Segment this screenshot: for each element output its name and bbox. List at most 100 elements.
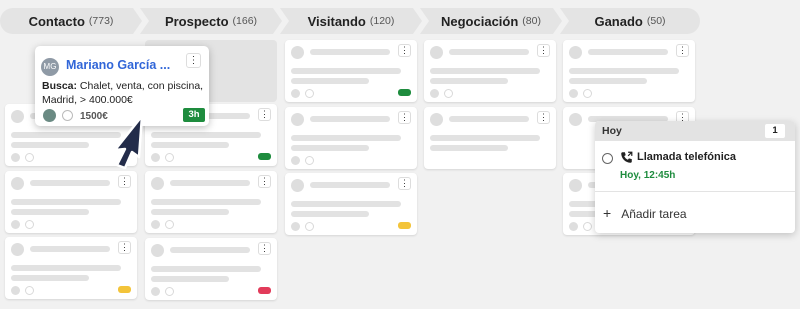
avatar <box>569 113 582 126</box>
status-tag <box>398 222 411 229</box>
deal-card[interactable]: ⋮ <box>285 40 417 102</box>
card-menu-button[interactable]: ⋮ <box>398 177 411 190</box>
phone-icon <box>621 151 633 163</box>
deal-card[interactable]: ⋮ <box>145 238 277 300</box>
user-icon <box>151 287 160 296</box>
plus-icon: + <box>603 205 612 221</box>
text-placeholder <box>151 132 261 138</box>
task-name[interactable]: Llamada telefónica <box>637 151 736 163</box>
user-icon <box>291 89 300 98</box>
deal-icon <box>165 287 174 296</box>
deal-card[interactable]: ⋮ <box>424 40 556 102</box>
avatar <box>569 46 582 59</box>
deal-card[interactable]: ⋮ <box>5 237 137 299</box>
deal-card[interactable]: ⋮ <box>563 40 695 102</box>
deal-card[interactable]: ⋮ <box>5 171 137 233</box>
add-task-button[interactable]: + Añadir tarea <box>603 205 687 221</box>
text-placeholder <box>569 68 679 74</box>
deal-amount: 1500€ <box>80 111 108 122</box>
stage-name: Contacto <box>28 13 85 29</box>
task-panel: Hoy 1 Llamada telefónica Hoy, 12:45h + Añ… <box>595 121 795 233</box>
text-placeholder <box>151 199 261 205</box>
avatar <box>430 46 443 59</box>
stage-prospecto[interactable]: Prospecto (166) <box>140 8 282 34</box>
deal-icon <box>25 153 34 162</box>
user-icon <box>569 89 578 98</box>
card-menu-button[interactable]: ⋮ <box>118 175 131 188</box>
stage-name: Ganado <box>594 13 643 29</box>
time-badge: 3h <box>183 108 205 122</box>
stage-negociacion[interactable]: Negociación (80) <box>420 8 562 34</box>
user-icon <box>11 286 20 295</box>
deal-card[interactable]: ⋮ <box>285 173 417 235</box>
stage-ganado[interactable]: Ganado (50) <box>560 8 700 34</box>
deal-icon <box>62 110 73 121</box>
deal-card[interactable]: ⋮ <box>424 107 556 169</box>
stage-visitando[interactable]: Visitando (120) <box>280 8 422 34</box>
text-placeholder <box>291 135 401 141</box>
contact-name-link[interactable]: Mariano García ... <box>66 58 170 72</box>
text-placeholder <box>430 135 540 141</box>
deal-icon <box>165 220 174 229</box>
deal-icon <box>25 220 34 229</box>
deal-icon <box>583 89 592 98</box>
user-icon <box>151 220 160 229</box>
text-placeholder <box>11 209 89 215</box>
title-placeholder <box>449 49 529 55</box>
deal-icon <box>444 89 453 98</box>
divider <box>595 191 795 192</box>
card-menu-button[interactable]: ⋮ <box>537 111 550 124</box>
user-icon <box>291 222 300 231</box>
title-placeholder <box>449 116 529 122</box>
search-label: Busca: <box>42 80 78 92</box>
user-icon <box>291 156 300 165</box>
title-placeholder <box>30 180 110 186</box>
text-placeholder <box>11 199 121 205</box>
card-menu-button[interactable]: ⋮ <box>398 44 411 57</box>
avatar <box>11 110 24 123</box>
deal-icon <box>583 222 592 231</box>
card-menu-button[interactable]: ⋮ <box>118 241 131 254</box>
stage-count: (120) <box>369 15 395 27</box>
status-tag <box>258 153 271 160</box>
text-placeholder <box>430 145 508 151</box>
deal-card[interactable]: ⋮ <box>285 107 417 169</box>
stage-count: (80) <box>522 15 541 27</box>
deal-card[interactable]: ⋮ <box>145 171 277 233</box>
add-task-label: Añadir tarea <box>621 207 687 221</box>
status-tag <box>258 287 271 294</box>
task-complete-radio[interactable] <box>602 153 613 164</box>
search-criteria: Busca: Chalet, venta, con piscina, Madri… <box>42 79 207 107</box>
title-placeholder <box>170 247 250 253</box>
agent-avatar <box>43 109 56 122</box>
card-menu-button[interactable]: ⋮ <box>398 111 411 124</box>
task-time: Hoy, 12:45h <box>620 170 676 181</box>
avatar <box>151 244 164 257</box>
deal-icon <box>165 153 174 162</box>
text-placeholder <box>569 78 647 84</box>
avatar <box>291 179 304 192</box>
text-placeholder <box>11 142 89 148</box>
stage-count: (166) <box>232 15 258 27</box>
avatar <box>569 179 582 192</box>
text-placeholder <box>291 211 369 217</box>
text-placeholder <box>151 266 261 272</box>
user-icon <box>11 220 20 229</box>
card-menu-button[interactable]: ⋮ <box>186 53 201 68</box>
status-tag <box>398 89 411 96</box>
card-menu-button[interactable]: ⋮ <box>258 242 271 255</box>
card-menu-button[interactable]: ⋮ <box>258 175 271 188</box>
text-placeholder <box>291 145 369 151</box>
avatar <box>11 243 24 256</box>
text-placeholder <box>11 265 121 271</box>
pipeline-stages: Contacto (773) Prospecto (166) Visitando (1… <box>0 8 800 34</box>
card-menu-button[interactable]: ⋮ <box>258 108 271 121</box>
stage-count: (50) <box>646 15 666 27</box>
title-placeholder <box>310 182 390 188</box>
card-menu-button[interactable]: ⋮ <box>676 44 689 57</box>
stage-contacto[interactable]: Contacto (773) <box>0 8 142 34</box>
text-placeholder <box>430 68 540 74</box>
card-menu-button[interactable]: ⋮ <box>537 44 550 57</box>
stage-name: Visitando <box>307 13 366 29</box>
stage-count: (773) <box>88 15 114 27</box>
